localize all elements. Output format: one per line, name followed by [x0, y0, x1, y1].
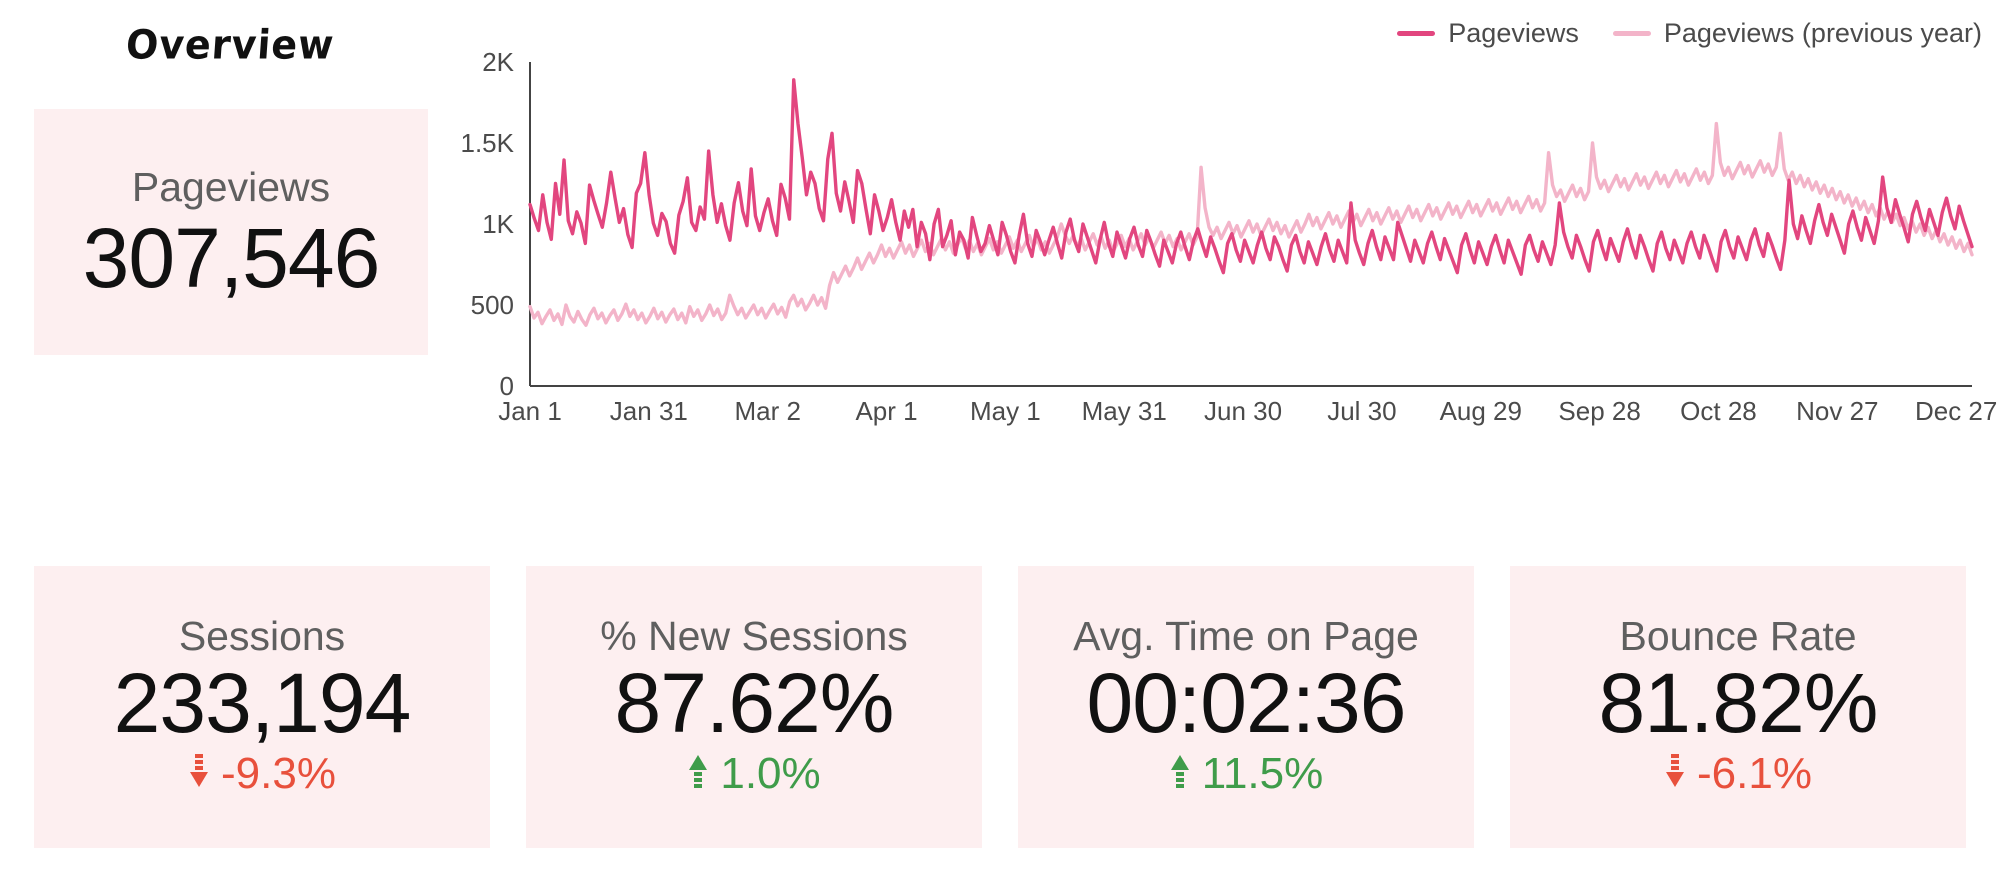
- x-axis-tick-label: May 31: [1082, 396, 1167, 426]
- x-axis-tick-label: Aug 29: [1440, 396, 1522, 426]
- kpi-cards-row: Sessions 233,194 -9.3% % New Sessions 87…: [0, 566, 2000, 848]
- x-axis-tick-label: Apr 1: [855, 396, 917, 426]
- arrow-down-icon: [1664, 752, 1686, 796]
- x-axis-tick-label: Jan 31: [610, 396, 688, 426]
- overview-section: Overview Pageviews 307,546 Pageviews Pag…: [0, 0, 2000, 510]
- kpi-delta: -9.3%: [188, 752, 336, 796]
- analytics-dashboard: Overview Pageviews 307,546 Pageviews Pag…: [0, 0, 2000, 872]
- kpi-delta: 1.0%: [687, 749, 821, 799]
- kpi-card-avg-time-on-page[interactable]: Avg. Time on Page 00:02:36 11.5%: [1018, 566, 1474, 848]
- kpi-delta-value: 11.5%: [1201, 749, 1324, 799]
- x-axis-tick-label: Mar 2: [734, 396, 800, 426]
- kpi-delta: 11.5%: [1169, 749, 1324, 799]
- kpi-label: Avg. Time on Page: [1073, 612, 1419, 659]
- kpi-label: % New Sessions: [600, 612, 908, 659]
- legend-line-icon: [1397, 31, 1436, 36]
- arrow-up-icon: [687, 752, 709, 796]
- kpi-card-percent-new-sessions[interactable]: % New Sessions 87.62% 1.0%: [526, 566, 982, 848]
- kpi-label: Sessions: [178, 612, 346, 659]
- x-axis-tick-label: May 1: [970, 396, 1041, 426]
- arrow-down-icon: [188, 752, 210, 796]
- kpi-card-sessions[interactable]: Sessions 233,194 -9.3%: [34, 566, 490, 848]
- overview-left-column: Overview Pageviews 307,546: [34, 0, 428, 355]
- kpi-value: 00:02:36: [1086, 656, 1407, 751]
- page-title: Overview: [124, 21, 336, 68]
- y-axis-tick-label: 2K: [482, 47, 514, 77]
- chart-plot-area: 0 500 1K 1.5K 2K Jan 1 Jan 31 Mar 2 Apr 1 May 1 Ma…: [434, 44, 2000, 444]
- legend-line-icon: [1612, 31, 1651, 36]
- kpi-delta-value: -9.3%: [221, 749, 336, 799]
- x-axis-tick-label: Nov 27: [1796, 396, 1878, 426]
- x-axis-tick-label: Jul 30: [1327, 396, 1396, 426]
- kpi-label: Pageviews: [131, 163, 331, 210]
- y-axis-tick-label: 1K: [482, 209, 514, 239]
- x-axis-tick-label: Dec 27: [1915, 396, 1997, 426]
- x-axis-tick-label: Sep 28: [1558, 396, 1640, 426]
- x-axis-tick-label: Jan 1: [498, 396, 562, 426]
- kpi-delta: -6.1%: [1664, 752, 1812, 796]
- y-axis-tick-label: 1.5K: [461, 128, 515, 158]
- chart-canvas: 05001K1.5K2KJan 1 Jan 31 Mar 2 Apr 1 May 1 Ma…: [461, 47, 1998, 426]
- kpi-card-bounce-rate[interactable]: Bounce Rate 81.82% -6.1%: [1510, 566, 1966, 848]
- y-axis-tick-label: 500: [471, 290, 514, 320]
- x-axis-tick-label: Jun 30: [1204, 396, 1282, 426]
- kpi-card-pageviews[interactable]: Pageviews 307,546: [34, 109, 428, 355]
- kpi-value: 233,194: [113, 656, 412, 751]
- kpi-value: 81.82%: [1598, 656, 1879, 751]
- series-line-pageviews: [528, 78, 1974, 276]
- arrow-up-icon: [1169, 752, 1191, 796]
- kpi-delta-value: -6.1%: [1697, 749, 1812, 799]
- kpi-value: 307,546: [82, 211, 381, 306]
- kpi-delta-value: 1.0%: [720, 749, 821, 799]
- kpi-label: Bounce Rate: [1619, 612, 1857, 659]
- kpi-value: 87.62%: [614, 656, 895, 751]
- x-axis-tick-label: Oct 28: [1680, 396, 1757, 426]
- pageviews-timeseries-chart[interactable]: Pageviews Pageviews (previous year) 0 500…: [434, 0, 2000, 500]
